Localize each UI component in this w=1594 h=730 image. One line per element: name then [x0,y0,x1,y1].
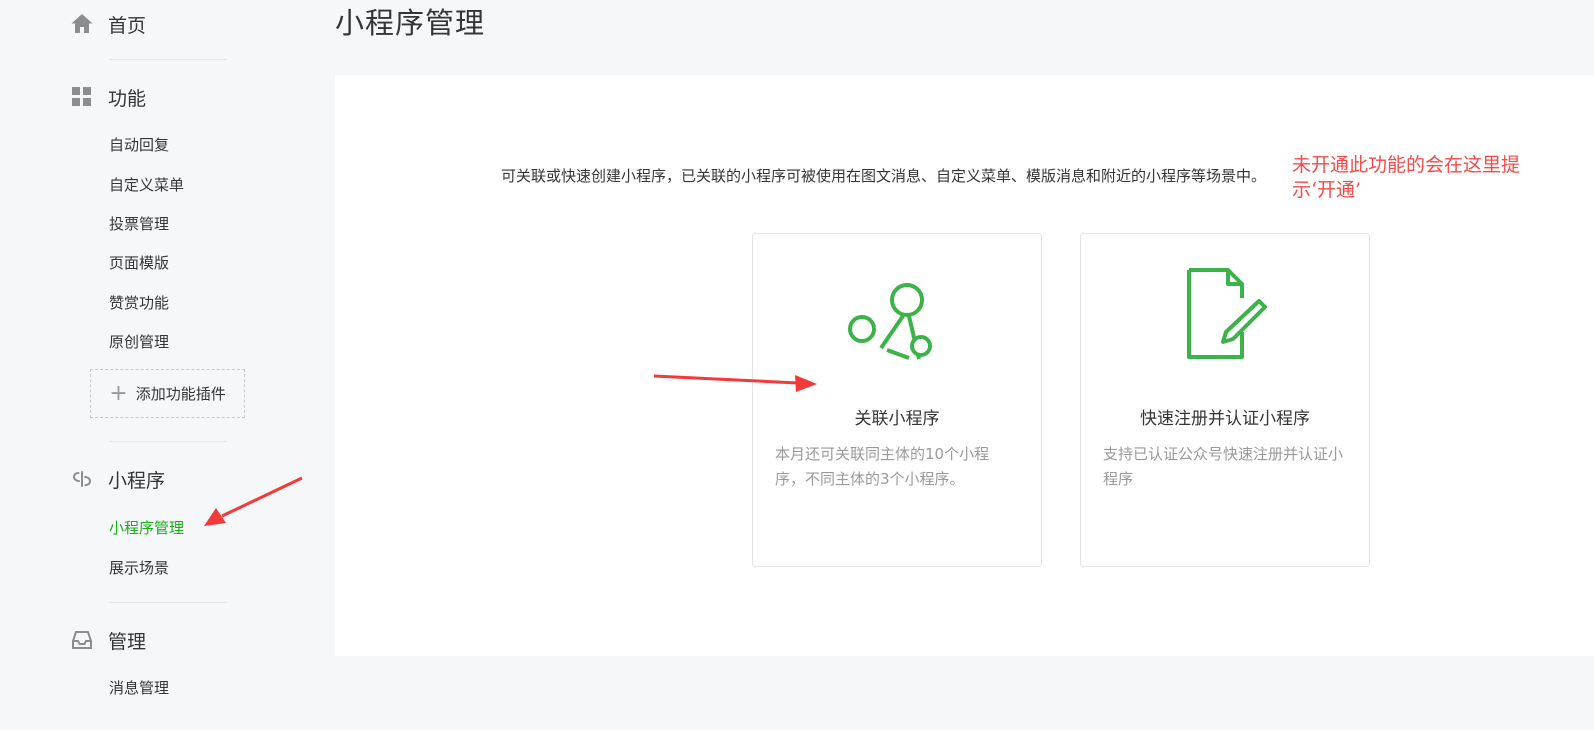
nav-home[interactable]: 首页 [70,10,146,38]
sidebar-item-message-manage[interactable]: 消息管理 [109,677,169,698]
nav-home-label: 首页 [108,14,147,37]
sidebar-item-vote[interactable]: 投票管理 [109,213,169,234]
nav-manage[interactable]: 管理 [70,626,146,654]
nav-manage-label: 管理 [108,630,147,653]
sidebar-divider [109,59,227,60]
nav-miniprogram-label: 小程序 [108,469,166,492]
plus-icon: + [109,380,128,406]
add-plugin-button[interactable]: + 添加功能插件 [90,369,245,418]
sidebar-item-miniprogram-manage[interactable]: 小程序管理 [109,517,184,538]
sidebar-divider [109,602,227,603]
link-miniprogram-title: 关联小程序 [854,409,940,429]
quick-register-title: 快速注册并认证小程序 [1140,409,1310,429]
nav-features-label: 功能 [108,87,147,110]
grid-icon [70,85,94,109]
nav-features[interactable]: 功能 [70,83,146,111]
inbox-icon [70,628,94,652]
home-icon [70,12,94,36]
add-plugin-label: 添加功能插件 [135,385,226,403]
link-miniprogram-desc: 本月还可关联同主体的10个小程序，不同主体的3个小程序。 [775,445,990,488]
quick-register-card[interactable]: 快速注册并认证小程序 支持已认证公众号快速注册并认证小程序 [1080,233,1370,567]
sidebar: 首页 功能 自动回复 自定义菜单 投票管理 页面模版 赞赏功能 原创管理 + 添… [0,0,320,730]
sidebar-item-reward[interactable]: 赞赏功能 [109,292,169,313]
quick-register-desc: 支持已认证公众号快速注册并认证小程序 [1103,445,1344,488]
nav-miniprogram[interactable]: 小程序 [70,465,165,493]
network-nodes-icon [753,266,1041,362]
link-miniprogram-card[interactable]: 关联小程序 本月还可关联同主体的10个小程序，不同主体的3个小程序。 [752,233,1042,567]
link-icon [70,467,94,491]
page-title: 小程序管理 [335,6,486,40]
sidebar-divider [109,441,227,442]
annotation-note: 未开通此功能的会在这里提示‘开通’ [1292,154,1521,201]
sidebar-item-original[interactable]: 原创管理 [109,331,169,352]
document-pen-icon [1081,266,1369,362]
sidebar-item-display-scene[interactable]: 展示场景 [109,557,169,578]
sidebar-item-auto-reply[interactable]: 自动回复 [109,134,169,155]
page-description: 可关联或快速创建小程序，已关联的小程序可被使用在图文消息、自定义菜单、模版消息和… [501,167,1267,185]
sidebar-item-page-template[interactable]: 页面模版 [109,252,169,273]
sidebar-item-custom-menu[interactable]: 自定义菜单 [109,174,184,195]
